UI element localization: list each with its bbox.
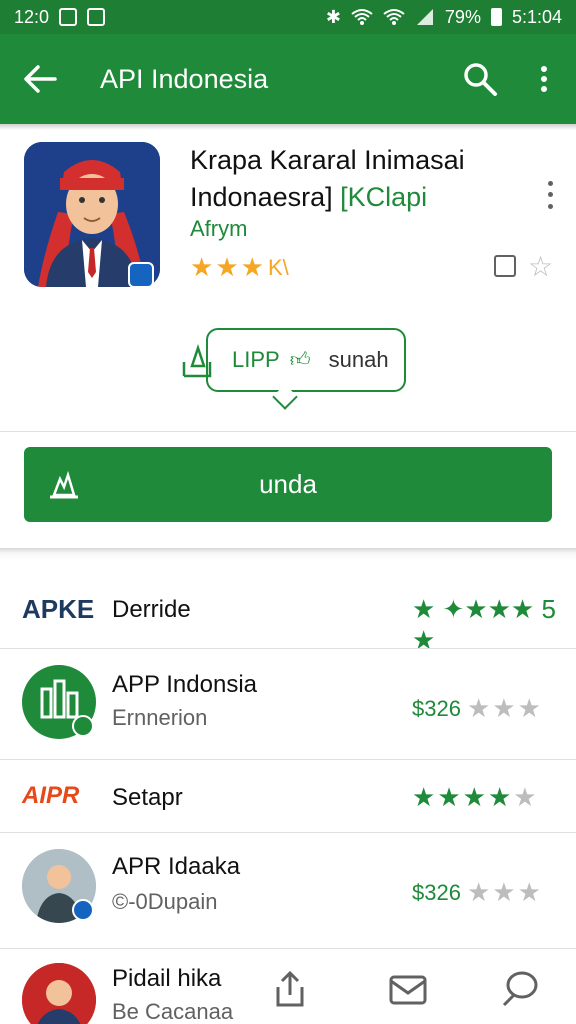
list-item[interactable]: APKE Derride ★ ✦★★★ 5 ★	[0, 568, 576, 655]
star-icon: ★	[437, 782, 461, 812]
install-button[interactable]: unda	[24, 447, 552, 522]
star-empty-icon: ★	[517, 693, 541, 723]
aipr-logo-text: AIPR	[22, 782, 80, 809]
star-empty-icon: ★	[492, 877, 516, 907]
status-time: 12:0	[14, 6, 50, 27]
bubble-title: LIPP	[232, 347, 280, 372]
list-item-subtitle: Ernnerion	[112, 705, 208, 730]
divider	[0, 431, 576, 432]
list-item-title: Pidail hika	[112, 965, 222, 992]
list-item-title: Setapr	[112, 784, 183, 811]
mail-icon[interactable]	[388, 969, 428, 1009]
star-empty-icon: ★	[513, 782, 537, 812]
download-icon	[50, 470, 78, 499]
app-rating: ★ ★ ★ K\	[190, 252, 289, 283]
star-empty-icon: ★	[466, 693, 491, 723]
list-item[interactable]: APP Indonsia Ernnerion $326 ★ ★ ★	[0, 649, 576, 759]
list-item-title: APP Indonsia	[112, 671, 257, 698]
battery-percent: 79%	[444, 6, 481, 27]
badge-icon	[72, 899, 94, 921]
app-bar-shadow	[0, 124, 576, 130]
star-empty-icon: ★	[492, 693, 516, 723]
star-empty-icon: ★	[466, 877, 491, 907]
list-item[interactable]: APR Idaaka ©-0Dupain $326 ★ ★ ★	[0, 833, 576, 945]
apk-logo: APKE	[22, 594, 95, 624]
app-bar-title: API Indonesia	[100, 63, 269, 94]
share-icon[interactable]	[270, 969, 310, 1009]
list-item-title: Derride	[112, 596, 191, 623]
price: $326	[412, 879, 461, 905]
star-icon: ★	[215, 252, 239, 282]
app-more-menu-button[interactable]	[538, 178, 562, 212]
list-item-title: APR Idaaka	[112, 853, 241, 880]
more-vert-icon	[541, 66, 547, 92]
badge-icon	[72, 715, 94, 737]
star-icon: ★	[240, 252, 264, 282]
bubble-text: sunah	[328, 347, 389, 372]
person-avatar	[22, 963, 96, 1024]
wifi-icon	[351, 9, 373, 25]
section-separator	[0, 548, 576, 560]
signal-icon	[416, 9, 433, 25]
install-button-label: unda	[259, 469, 317, 499]
star-empty-icon: ★	[517, 877, 541, 907]
search-icon	[464, 63, 497, 96]
star-icon: ★	[412, 782, 436, 812]
wishlist-icon[interactable]	[494, 255, 516, 277]
app-developer[interactable]: [KClapi	[340, 182, 427, 212]
list-item-subtitle: ©-0Dupain	[112, 889, 218, 914]
back-button[interactable]	[0, 64, 80, 94]
aipr-logo: AIPR	[22, 782, 79, 810]
wifi-icon-secondary	[383, 9, 405, 25]
star-icon: ★	[462, 782, 486, 812]
rating-text: K\	[267, 254, 289, 280]
list-item-rating: $326 ★ ★ ★	[412, 693, 541, 724]
status-clock: 5:1:04	[511, 6, 562, 27]
app-subtitle: Afrym	[190, 216, 248, 241]
verified-badge-icon	[128, 262, 154, 288]
app-title: Krapa Kararal Inimasai Indonaesra] [KCla…	[190, 142, 510, 216]
image-notification-icon	[87, 8, 106, 26]
list-item-rating: $326 ★ ★ ★	[412, 877, 541, 908]
thumb-up-icon: 👍︎	[289, 349, 311, 371]
arrow-back-icon	[24, 65, 57, 93]
bottom-bar: Pidail hika Be Cacanaa	[0, 948, 576, 1024]
list-item[interactable]: AIPR Setapr ★ ★ ★ ★ ★	[0, 760, 576, 832]
rating-text: ★ ✦★★★ 5 ★	[412, 594, 556, 655]
edit-icon[interactable]	[500, 969, 540, 1009]
bluetooth-icon: ✱	[325, 6, 341, 27]
list-item-subtitle: Be Cacanaa	[112, 999, 234, 1024]
app-bar: API Indonesia	[0, 34, 576, 124]
list-item-rating: ★ ✦★★★ 5 ★	[412, 594, 576, 656]
notification-icon	[59, 8, 78, 26]
price: $326	[412, 695, 461, 721]
favorite-star-icon[interactable]: ☆	[528, 250, 553, 283]
list-item-rating: ★ ★ ★ ★ ★	[412, 782, 537, 813]
star-icon: ★	[190, 252, 214, 282]
promo-bubble[interactable]: LIPP 👍︎ sunah	[206, 328, 406, 392]
overflow-menu-button[interactable]	[512, 65, 576, 93]
star-icon: ★	[487, 782, 512, 812]
status-bar: 12:0 ✱ 79% 5:1:04	[0, 0, 576, 34]
battery-icon	[490, 8, 502, 26]
search-button[interactable]	[448, 61, 512, 97]
